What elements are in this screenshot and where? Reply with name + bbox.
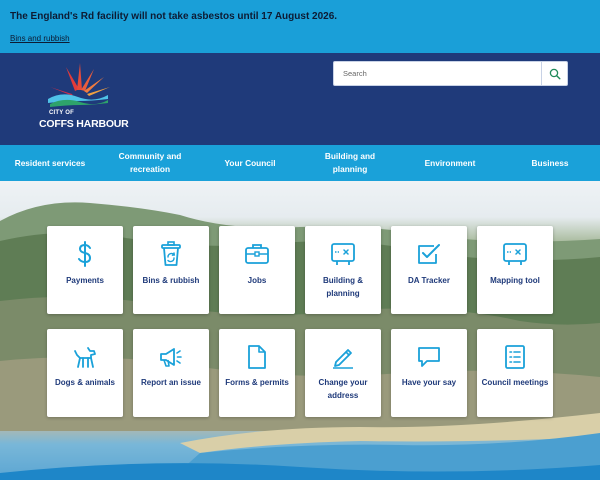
checkbox-icon [418, 244, 440, 264]
tile-payments[interactable]: Payments [47, 226, 123, 314]
tile-label: Have your say [401, 378, 457, 387]
tile-label: Dogs & animals [54, 378, 115, 387]
tile-label: Report an issue [140, 378, 201, 387]
tile-da-tracker[interactable]: DA Tracker [391, 226, 467, 314]
search-input[interactable] [334, 62, 542, 85]
tile-report-issue[interactable]: Report an issue [133, 329, 209, 417]
alert-message: The England's Rd facility will not take … [10, 11, 338, 22]
tile-change-address[interactable]: Change your address [305, 329, 381, 417]
dog-icon [74, 347, 96, 368]
tile-label: Forms & permits [225, 378, 289, 387]
speech-bubble-icon [418, 347, 440, 367]
nav-item-label: Your Council [224, 157, 276, 168]
list-icon [505, 345, 525, 369]
alert-banner: The England's Rd facility will not take … [0, 0, 600, 53]
city-logo[interactable]: CITY OF COFFS HARBOUR [38, 61, 129, 131]
map-icon [503, 243, 527, 265]
logo-city-of: CITY OF [49, 110, 74, 116]
tile-label: Jobs [247, 276, 267, 285]
tile-forms-permits[interactable]: Forms & permits [219, 329, 295, 417]
nav-resident-services[interactable]: Resident services [0, 145, 100, 181]
pencil-icon [333, 349, 353, 369]
tile-label: Mapping tool [490, 276, 540, 285]
tile-building-planning[interactable]: Building & planning [305, 226, 381, 314]
briefcase-icon [245, 244, 269, 264]
search-box [333, 61, 568, 86]
nav-community-and-recreation[interactable]: Community and recreation [100, 145, 200, 181]
main-navigation: Resident services Community and recreati… [0, 145, 600, 181]
tile-jobs[interactable]: Jobs [219, 226, 295, 314]
document-icon [248, 345, 266, 369]
nav-item-label: Resident services [14, 157, 86, 168]
tile-label: Council meetings [481, 378, 549, 387]
nav-item-label: Community and recreation [118, 151, 182, 174]
tile-label: Change your address [318, 378, 368, 400]
nav-item-label: Business [531, 157, 569, 168]
tile-label: Building & planning [323, 276, 363, 298]
plan-icon [331, 243, 355, 265]
recycle-bin-icon [161, 241, 181, 266]
logo-city-name: COFFS HARBOUR [39, 118, 129, 130]
site-header: CITY OF COFFS HARBOUR [0, 53, 600, 145]
tile-label: DA Tracker [408, 276, 450, 285]
hero-section: Payments Bins & rubbish Jobs Building & … [0, 181, 600, 480]
tile-dogs-animals[interactable]: Dogs & animals [47, 329, 123, 417]
tile-label: Bins & rubbish [142, 276, 200, 285]
nav-your-council[interactable]: Your Council [200, 145, 300, 181]
search-icon [549, 68, 561, 80]
tile-bins-rubbish[interactable]: Bins & rubbish [133, 226, 209, 314]
nav-item-label: Building and planning [324, 151, 376, 174]
search-button[interactable] [541, 62, 567, 85]
alert-link[interactable]: Bins and rubbish [10, 34, 70, 43]
tile-council-meetings[interactable]: Council meetings [477, 329, 553, 417]
tile-label: Payments [66, 276, 104, 285]
logo-sunburst-icon [48, 63, 110, 107]
nav-environment[interactable]: Environment [400, 145, 500, 181]
megaphone-icon [160, 348, 182, 367]
nav-business[interactable]: Business [500, 145, 600, 181]
tile-mapping-tool[interactable]: Mapping tool [477, 226, 553, 314]
dollar-icon [78, 241, 92, 267]
nav-building-and-planning[interactable]: Building and planning [300, 145, 400, 181]
tile-have-your-say[interactable]: Have your say [391, 329, 467, 417]
nav-item-label: Environment [424, 157, 476, 168]
